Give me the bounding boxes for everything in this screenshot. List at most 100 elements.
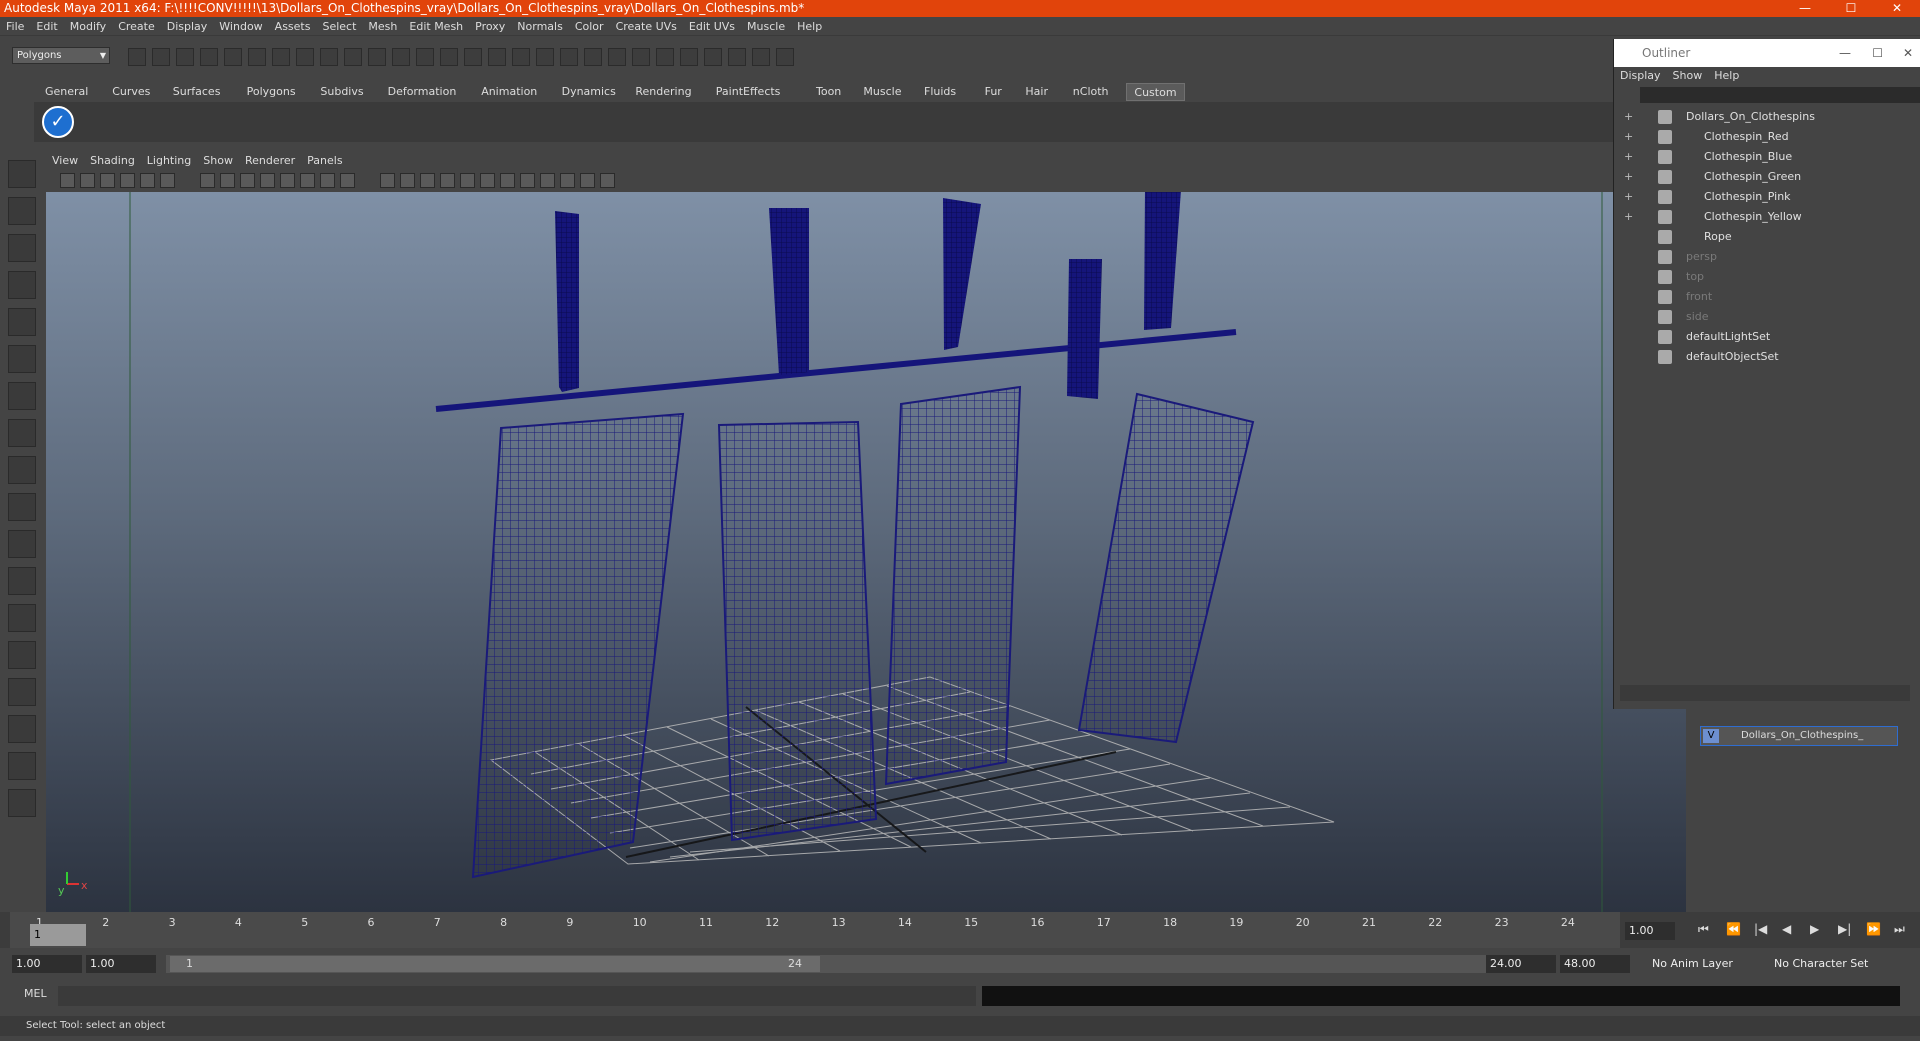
layer-row[interactable]: V Dollars_On_Clothespins_ [1700, 726, 1898, 746]
status-tool-icon[interactable] [512, 48, 530, 66]
step-forward-icon[interactable]: ⏩ [1866, 922, 1881, 936]
viewport-menu-view[interactable]: View [46, 152, 84, 170]
range-slider[interactable]: 1 24 [166, 955, 1486, 973]
viewport-tool-icon[interactable] [440, 173, 455, 188]
end-time-field[interactable]: 48.00 [1560, 955, 1630, 973]
menu-create[interactable]: Create [112, 17, 161, 36]
layout-graph-icon[interactable] [8, 641, 36, 669]
lasso-tool-icon[interactable] [8, 197, 36, 225]
menu-modify[interactable]: Modify [64, 17, 112, 36]
show-manip-icon[interactable] [8, 456, 36, 484]
menu-create-uvs[interactable]: Create UVs [610, 17, 683, 36]
layer-visibility-toggle[interactable]: V [1703, 729, 1719, 743]
current-time-field[interactable]: 1.00 [1625, 922, 1675, 940]
status-tool-icon[interactable] [728, 48, 746, 66]
shelf-tab-surfaces[interactable]: Surfaces [166, 83, 228, 101]
menu-edit-mesh[interactable]: Edit Mesh [403, 17, 469, 36]
status-tool-icon[interactable] [656, 48, 674, 66]
time-slider[interactable]: 1.00 1 2 3 4 5 6 7 8 9 10 11 12 13 14 15 16 17 18 19 20 21 22… [0, 912, 1920, 948]
expand-icon[interactable]: + [1624, 167, 1633, 187]
status-tool-icon[interactable] [248, 48, 266, 66]
shelf-tab-fluids[interactable]: Fluids [917, 83, 963, 101]
layout-single-icon[interactable] [8, 530, 36, 558]
go-to-start-icon[interactable]: ⏮ [1698, 922, 1709, 937]
expand-icon[interactable]: + [1624, 187, 1633, 207]
outliner-menu-display[interactable]: Display [1614, 67, 1667, 85]
outliner-item[interactable]: + Clothespin_Yellow [1614, 207, 1904, 227]
viewport-menu-panels[interactable]: Panels [301, 152, 348, 170]
menu-select[interactable]: Select [316, 17, 362, 36]
status-tool-icon[interactable] [680, 48, 698, 66]
play-back-icon[interactable]: ◀ [1782, 922, 1791, 936]
viewport-tool-icon[interactable] [200, 173, 215, 188]
viewport-tool-icon[interactable] [140, 173, 155, 188]
outliner-minimize-icon[interactable]: — [1839, 39, 1851, 67]
viewport-tool-icon[interactable] [100, 173, 115, 188]
status-tool-icon[interactable] [752, 48, 770, 66]
mel-input[interactable] [58, 986, 976, 1006]
menu-edit[interactable]: Edit [30, 17, 63, 36]
viewport-tool-icon[interactable] [540, 173, 555, 188]
outliner-item[interactable]: persp [1614, 247, 1904, 267]
time-track[interactable] [10, 912, 1620, 948]
rotate-tool-icon[interactable] [8, 308, 36, 336]
outliner-maximize-icon[interactable]: ☐ [1872, 39, 1883, 67]
viewport-tool-icon[interactable] [260, 173, 275, 188]
status-tool-icon[interactable] [560, 48, 578, 66]
menu-normals[interactable]: Normals [511, 17, 569, 36]
expand-icon[interactable]: + [1624, 127, 1633, 147]
viewport-tool-icon[interactable] [160, 173, 175, 188]
shelf-tab-deformation[interactable]: Deformation [381, 83, 464, 101]
menu-help[interactable]: Help [791, 17, 828, 36]
expand-icon[interactable]: + [1624, 107, 1633, 127]
shelf-tab-animation[interactable]: Animation [474, 83, 544, 101]
viewport-tool-icon[interactable] [60, 173, 75, 188]
expand-icon[interactable]: + [1624, 207, 1633, 227]
viewport-menu-show[interactable]: Show [197, 152, 239, 170]
viewport-persp[interactable]: y x [46, 188, 1686, 912]
status-tool-icon[interactable] [200, 48, 218, 66]
close-icon[interactable]: ✕ [1874, 0, 1920, 17]
viewport-tool-icon[interactable] [420, 173, 435, 188]
viewport-tool-icon[interactable] [400, 173, 415, 188]
shelf-tab-fur[interactable]: Fur [978, 83, 1009, 101]
outliner-item[interactable]: front [1614, 287, 1904, 307]
outliner-item[interactable]: defaultLightSet [1614, 327, 1904, 347]
outliner-item[interactable]: + Clothespin_Red [1614, 127, 1904, 147]
anim-layer-select[interactable]: No Anim Layer [1648, 955, 1748, 973]
viewport-menu-renderer[interactable]: Renderer [239, 152, 301, 170]
shelf-tab-curves[interactable]: Curves [105, 83, 157, 101]
shelf-tab-polygons[interactable]: Polygons [240, 83, 303, 101]
select-tool-icon[interactable] [8, 160, 36, 188]
viewport-tool-icon[interactable] [520, 173, 535, 188]
status-tool-icon[interactable] [776, 48, 794, 66]
viewport-tool-icon[interactable] [340, 173, 355, 188]
viewport-tool-icon[interactable] [560, 173, 575, 188]
outliner-item[interactable]: + Dollars_On_Clothespins [1614, 107, 1904, 127]
character-set-select[interactable]: No Character Set [1770, 955, 1870, 973]
status-tool-icon[interactable] [608, 48, 626, 66]
status-tool-icon[interactable] [584, 48, 602, 66]
move-tool-icon[interactable] [8, 271, 36, 299]
menu-muscle[interactable]: Muscle [741, 17, 791, 36]
outliner-menu-show[interactable]: Show [1667, 67, 1709, 85]
shelf-tab-dynamics[interactable]: Dynamics [555, 83, 623, 101]
last-tool-icon[interactable] [8, 493, 36, 521]
status-tool-icon[interactable] [488, 48, 506, 66]
shelf-tab-painteffects[interactable]: PaintEffects [709, 83, 788, 101]
status-tool-icon[interactable] [128, 48, 146, 66]
play-forward-icon[interactable]: ▶ [1810, 922, 1819, 936]
layout-outliner-icon[interactable] [8, 604, 36, 632]
status-tool-icon[interactable] [296, 48, 314, 66]
viewport-tool-icon[interactable] [500, 173, 515, 188]
outliner-item[interactable]: + Clothespin_Pink [1614, 187, 1904, 207]
status-tool-icon[interactable] [152, 48, 170, 66]
step-forward-key-icon[interactable]: ▶| [1838, 922, 1851, 936]
step-back-key-icon[interactable]: |◀ [1754, 922, 1767, 936]
menu-window[interactable]: Window [213, 17, 268, 36]
status-tool-icon[interactable] [176, 48, 194, 66]
outliner-item[interactable]: defaultObjectSet [1614, 347, 1904, 367]
status-tool-icon[interactable] [536, 48, 554, 66]
viewport-tool-icon[interactable] [240, 173, 255, 188]
status-tool-icon[interactable] [464, 48, 482, 66]
